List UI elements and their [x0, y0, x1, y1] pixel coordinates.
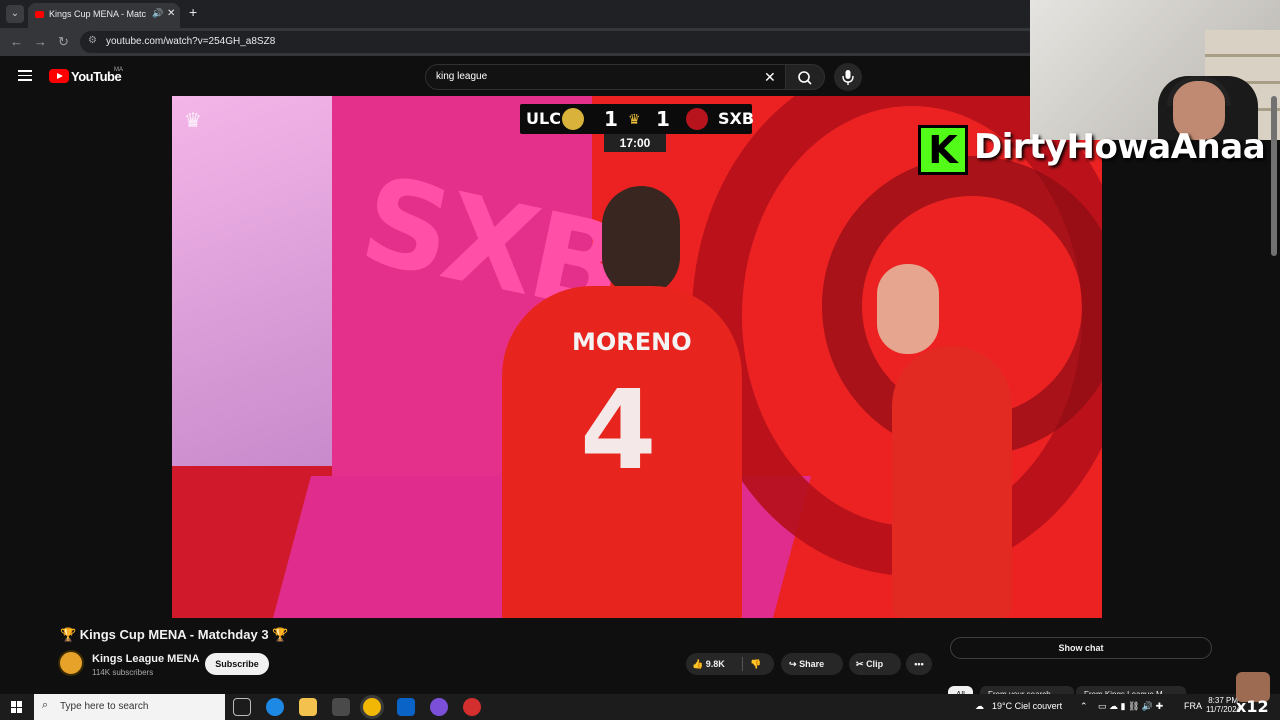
video-background-crowd: [172, 96, 332, 466]
crown-icon: ♛: [628, 111, 641, 127]
dislike-button[interactable]: 👎: [750, 653, 761, 675]
kings-league-watermark-icon: ♛: [184, 110, 202, 132]
jersey-name: MORENO: [572, 328, 692, 356]
app-icon[interactable]: [430, 698, 448, 716]
player-two-head: [877, 264, 939, 354]
clock-time: 8:37 PM: [1208, 696, 1238, 705]
home-team: ULC: [526, 109, 561, 128]
multiplier-badge: x12: [1236, 697, 1269, 716]
jersey-number: 4: [580, 366, 657, 494]
channel-avatar[interactable]: [58, 650, 84, 676]
url-text[interactable]: youtube.com/watch?v=254GH_a8SZ8: [106, 36, 275, 47]
clock-date: 11/7/2024: [1206, 705, 1241, 714]
show-chat-button[interactable]: Show chat: [950, 637, 1212, 659]
player-two: [892, 346, 1012, 618]
tab-search-menu-button[interactable]: ⌄: [6, 5, 24, 23]
taskbar-search[interactable]: ⌕ Type here to search: [34, 694, 225, 720]
more-actions-button[interactable]: •••: [906, 653, 932, 675]
streamer-webcam: [1030, 0, 1280, 140]
recorder-icon[interactable]: [463, 698, 481, 716]
windows-taskbar: ⌕ Type here to search ☁ 19°C Ciel couver…: [0, 694, 1280, 720]
search-query[interactable]: king league: [436, 71, 487, 82]
clip-label: Clip: [866, 659, 884, 669]
tray-chevron-icon[interactable]: ⌃: [1080, 701, 1088, 712]
share-icon: ↪: [789, 659, 797, 669]
close-tab-icon[interactable]: ✕: [167, 8, 175, 19]
player-one-head: [602, 186, 680, 296]
search-button[interactable]: [785, 64, 825, 90]
tab-title: Kings Cup MENA - Matc: [49, 9, 147, 19]
like-count: 9.8K: [705, 659, 725, 669]
share-label: Share: [799, 659, 825, 669]
browser-tab-active[interactable]: Kings Cup MENA - Matc 🔊 ✕: [28, 3, 180, 28]
reload-icon[interactable]: ↻: [58, 34, 69, 50]
site-info-icon[interactable]: ⚙: [88, 35, 97, 46]
home-score: 1: [604, 107, 618, 131]
like-button[interactable]: 👍 9.8K: [692, 653, 725, 675]
forward-arrow-icon[interactable]: →: [34, 34, 47, 50]
home-crest-icon: [562, 108, 584, 130]
streamer-name: DirtyHowaAnaa: [974, 127, 1266, 167]
weather-text[interactable]: 19°C Ciel couvert: [992, 701, 1062, 711]
thumbs-down-icon: 👎: [750, 659, 762, 669]
taskbar-search-placeholder: Type here to search: [60, 701, 149, 712]
system-clock[interactable]: 8:37 PM 11/7/2024: [1206, 696, 1241, 714]
kick-logo-icon: K: [921, 128, 965, 172]
weather-icon: ☁: [975, 701, 984, 711]
like-divider: [742, 657, 743, 671]
tray-icons[interactable]: ▭ ☁ ▮ ⛓ 🔊 ✚: [1098, 701, 1163, 712]
voice-search-button[interactable]: [834, 63, 862, 91]
away-score: 1: [656, 107, 670, 131]
search-icon: [798, 71, 812, 85]
subscribe-button[interactable]: Subscribe: [205, 653, 269, 675]
chrome-icon[interactable]: [363, 698, 381, 716]
search-input[interactable]: king league ✕: [425, 64, 786, 90]
search-icon: ⌕: [42, 699, 49, 711]
share-button[interactable]: ↪ Share: [781, 653, 843, 675]
subscriber-count: 114K subscribers: [92, 668, 154, 677]
address-bar[interactable]: ⚙ youtube.com/watch?v=254GH_a8SZ8: [80, 31, 1040, 53]
task-view-icon[interactable]: [233, 698, 251, 716]
youtube-favicon-icon: [35, 11, 44, 18]
page-scrollbar[interactable]: [1271, 96, 1277, 256]
clip-button[interactable]: ✂ Clip: [849, 653, 901, 675]
away-team: SXB: [718, 109, 755, 128]
back-arrow-icon[interactable]: ←: [10, 34, 23, 50]
country-code: MA: [114, 67, 123, 73]
like-dislike-group: 👍 9.8K 👎: [686, 653, 774, 675]
channel-name[interactable]: Kings League MENA: [92, 653, 200, 665]
menu-icon[interactable]: [18, 70, 32, 81]
thumbs-up-icon: 👍: [692, 659, 704, 669]
scissors-icon: ✂: [856, 659, 864, 669]
new-tab-button[interactable]: +: [189, 5, 197, 19]
language-indicator[interactable]: FRA: [1184, 701, 1202, 711]
youtube-logo-icon[interactable]: [49, 69, 69, 83]
video-title: 🏆 Kings Cup MENA - Matchday 3 🏆: [60, 627, 289, 642]
windows-start-icon[interactable]: [11, 701, 23, 713]
speaker-icon[interactable]: 🔊: [152, 8, 163, 19]
edge-browser-icon[interactable]: [266, 698, 284, 716]
clear-search-icon[interactable]: ✕: [764, 69, 776, 85]
microphone-icon: [842, 70, 854, 85]
scoreboard: ULC 1 ♛ 1 SXB: [520, 104, 755, 134]
away-crest-icon: [686, 108, 708, 130]
file-explorer-icon[interactable]: [299, 698, 317, 716]
store-icon[interactable]: [332, 698, 350, 716]
outlook-icon[interactable]: [397, 698, 415, 716]
match-clock: 17:00: [604, 134, 666, 152]
